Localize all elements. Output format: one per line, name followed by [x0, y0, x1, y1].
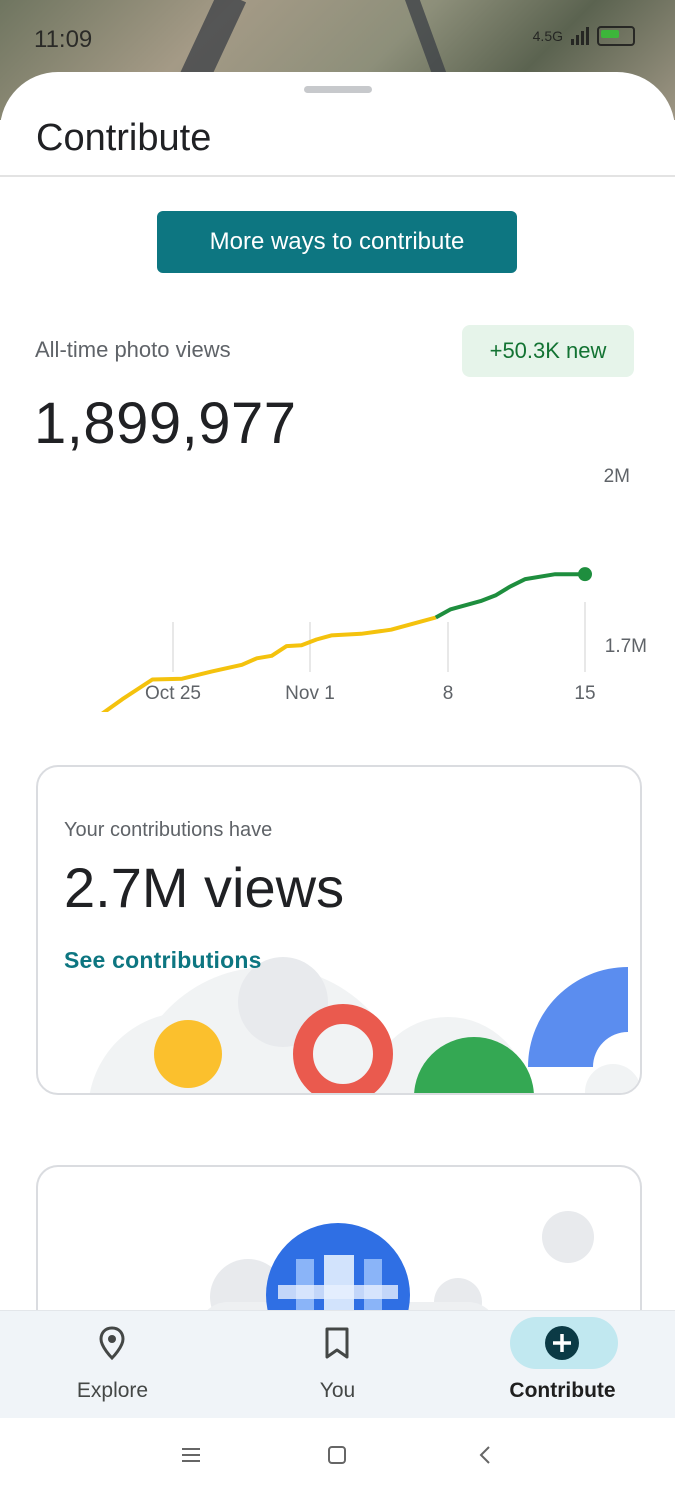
card-illustration [89, 957, 640, 1093]
network-label: 4.5G [532, 28, 563, 44]
back-icon[interactable] [474, 1444, 496, 1471]
new-views-badge: +50.3K new [462, 325, 634, 377]
location-pin-icon [82, 1321, 142, 1365]
photo-views-total: 1,899,977 [34, 391, 297, 456]
bookmark-icon [307, 1321, 367, 1365]
nav-you[interactable]: You [225, 1311, 450, 1419]
contributions-card[interactable]: Your contributions have 2.7M views See c… [36, 765, 642, 1095]
system-nav-bar [0, 1418, 675, 1500]
nav-explore[interactable]: Explore [0, 1311, 225, 1419]
photo-views-chart: 2M 1.7M Oct 25 Nov 1 8 15 [101, 466, 647, 712]
nav-explore-label: Explore [76, 1379, 149, 1402]
contributions-value: 2.7M views [64, 856, 345, 919]
x-tick-8: 8 [443, 683, 454, 704]
series-line-past [101, 615, 437, 712]
contributions-caption: Your contributions have [64, 819, 273, 841]
nav-contribute-label: Contribute [509, 1379, 616, 1402]
status-time: 11:09 [34, 26, 93, 53]
home-icon[interactable] [326, 1444, 348, 1471]
x-tick-15: 15 [574, 683, 595, 704]
drag-handle[interactable] [304, 86, 372, 93]
recents-icon[interactable] [180, 1444, 202, 1471]
status-bar: 11:09 4.5G [0, 22, 675, 58]
photo-views-label: All-time photo views [35, 337, 231, 362]
divider [0, 175, 675, 177]
status-icons: 4.5G [533, 26, 635, 46]
yellow-dot [154, 1020, 222, 1088]
chart-gridlines [172, 602, 586, 672]
more-ways-button[interactable]: More ways to contribute [157, 211, 517, 273]
battery-icon [597, 26, 635, 46]
nav-contribute[interactable]: Contribute [450, 1311, 675, 1419]
see-contributions-link[interactable]: See contributions [64, 947, 262, 974]
x-tick-nov-1: Nov 1 [285, 683, 335, 704]
x-tick-oct-25: Oct 25 [145, 683, 201, 704]
add-circle-icon [532, 1321, 592, 1365]
nav-you-label: You [319, 1379, 356, 1402]
blue-quarter [528, 967, 628, 1067]
page-title: Contribute [36, 117, 212, 159]
latest-point-marker [578, 567, 592, 582]
bottom-sheet: Contribute More ways to contribute All-t… [0, 72, 675, 1367]
signal-icon [571, 27, 589, 45]
y-tick-1.7m: 1.7M [605, 636, 647, 657]
bottom-nav: Explore You Contribute [0, 1310, 675, 1419]
series-line-recent [434, 572, 585, 620]
y-tick-2m: 2M [604, 466, 630, 487]
